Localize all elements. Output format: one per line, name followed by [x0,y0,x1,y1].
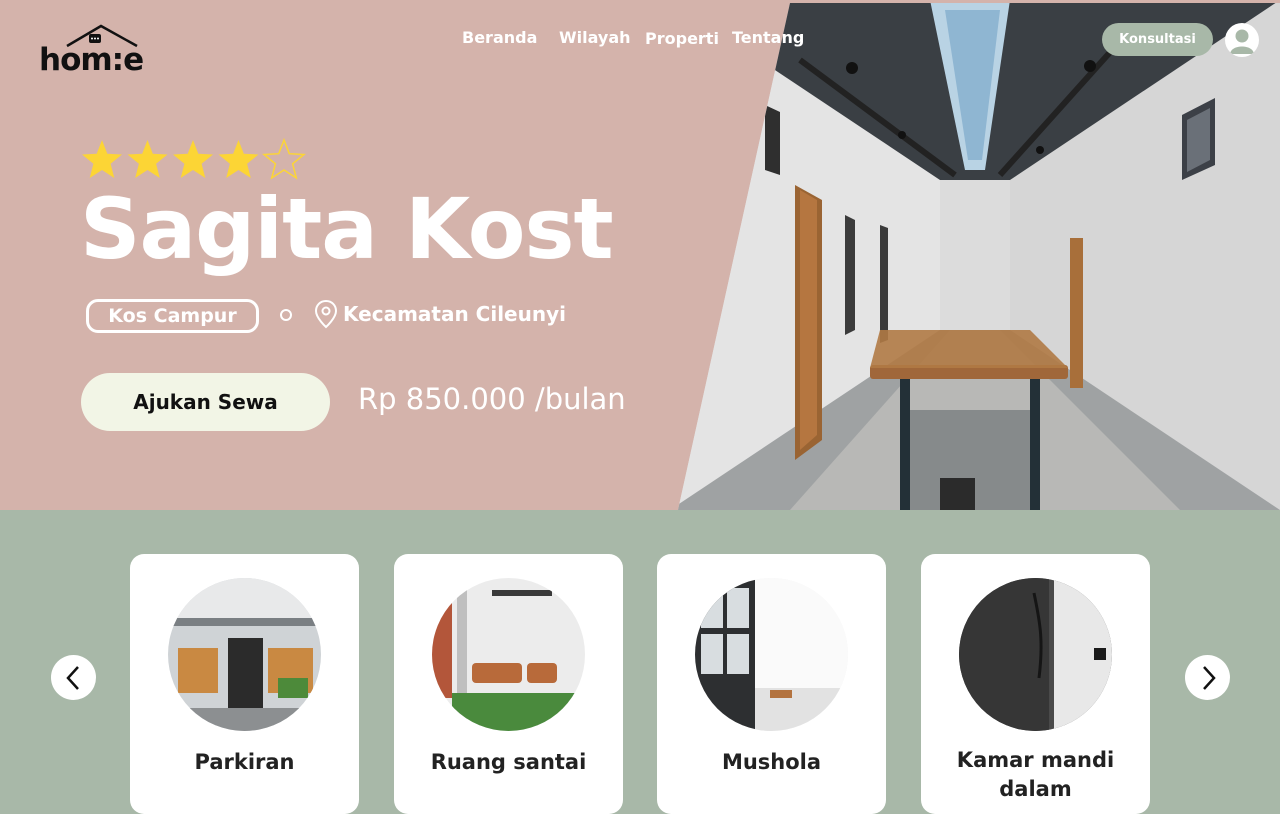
facility-card-mushola[interactable]: Mushola [657,554,886,814]
property-title: Sagita Kost [80,180,614,278]
star-filled-icon [127,140,168,178]
user-avatar-icon[interactable] [1225,23,1259,57]
facility-image-parkiran [168,578,321,731]
location-text: Kecamatan Cileunyi [343,302,566,326]
next-arrow-button[interactable] [1185,655,1230,700]
prev-arrow-button[interactable] [51,655,96,700]
star-filled-icon [218,140,259,178]
facility-label: Parkiran [194,750,295,774]
star-empty-icon [262,138,306,180]
property-type-tag: Kos Campur [86,299,259,333]
star-filled-icon [82,140,122,178]
facility-card-parkiran[interactable]: Parkiran [130,554,359,814]
nav-properti[interactable]: Properti [645,29,719,48]
facility-image-mushola [695,578,848,731]
facility-label: Ruang santai [430,750,587,774]
nav-tentang[interactable]: Tentang [732,28,804,47]
facility-label: Mushola [721,750,822,774]
facility-card-ruang-santai[interactable]: Ruang santai [394,554,623,814]
star-filled-icon [173,140,213,178]
price-text: Rp 850.000 /bulan [358,382,626,416]
facility-image-kamar-mandi [959,578,1112,731]
facility-label: Kamar mandi dalam [956,748,1115,801]
nav-wilayah[interactable]: Wilayah [559,28,631,47]
consultation-button[interactable]: Konsultasi [1102,23,1213,56]
brand-logo[interactable]: hom:e [39,24,145,78]
facility-image-ruang-santai [432,578,585,731]
chevron-right-icon [1202,665,1216,690]
facility-card-kamar-mandi[interactable]: Kamar mandi dalam [921,554,1150,814]
separator-dot [280,309,292,321]
rating-stars [82,138,306,180]
nav-beranda[interactable]: Beranda [462,28,537,47]
apply-rent-button[interactable]: Ajukan Sewa [81,373,330,431]
chevron-left-icon [65,665,79,690]
location-pin-icon [314,299,338,329]
hero-section: hom:e Beranda Wilayah Properti Tentang K… [0,0,1280,510]
logo-text: hom:e [39,42,144,78]
